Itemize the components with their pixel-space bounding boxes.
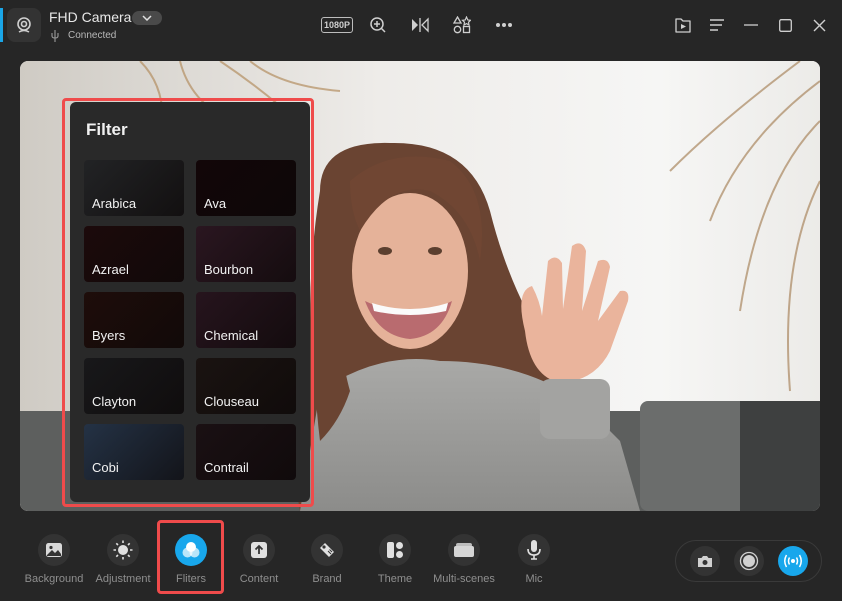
tool-background[interactable]: Background [19,534,89,585]
layout-icon [387,542,403,558]
zoom-in-button[interactable] [368,14,388,36]
mirror-button[interactable] [409,14,431,36]
chevron-down-icon [142,15,152,21]
shapes-icon [453,16,471,34]
filter-label: Chemical [204,328,259,343]
brightness-icon [113,540,133,560]
filter-label: Clouseau [204,394,259,409]
title-bar: FHD Camera Connected 1080P [0,0,842,52]
connection-status: Connected [68,30,117,41]
filter-label: Cobi [92,460,119,475]
filter-label: Contrail [204,460,249,475]
filter-panel-title: Filter [86,120,128,139]
close-button[interactable] [809,14,829,36]
filter-card-arabica[interactable]: Arabica [84,160,184,216]
maximize-button[interactable] [775,14,795,36]
upload-icon [251,542,267,558]
capture-controls [675,540,822,582]
snapshot-button[interactable] [690,546,720,576]
more-icon [496,23,512,27]
camera-snapshot-icon [698,555,712,567]
filter-panel: Filter Arabica Ava Azrael Bourbon Byers … [70,102,310,502]
tool-label: Background [24,573,84,585]
recordings-button[interactable] [673,14,693,36]
usb-icon [51,30,59,42]
tool-label: Multi-scenes [433,573,495,585]
close-icon [813,19,825,31]
filter-card-bourbon[interactable]: Bourbon [196,226,296,282]
filter-label: Clayton [92,394,137,409]
tool-brand[interactable]: Brand [292,534,362,585]
filter-card-chemical[interactable]: Chemical [196,292,296,348]
zoom-in-icon [370,17,386,33]
resolution-button[interactable]: 1080P [321,14,354,36]
tool-label: Adjustment [95,573,151,585]
scenes-icon [454,543,474,557]
mirror-icon [412,17,429,33]
live-button[interactable] [778,546,808,576]
filter-card-clouseau[interactable]: Clouseau [196,358,296,414]
maximize-icon [778,18,792,32]
minimize-icon [744,24,758,26]
filter-label: Byers [92,328,126,343]
resolution-badge: 1080P [321,17,354,33]
tool-label: Content [239,573,279,585]
image-icon [46,543,62,557]
filter-card-byers[interactable]: Byers [84,292,184,348]
filter-label: Bourbon [204,262,254,277]
tool-content[interactable]: Content [224,534,294,585]
tag-icon [320,543,334,557]
filter-card-contrail[interactable]: Contrail [196,424,296,480]
filter-grid: Arabica Ava Azrael Bourbon Byers Chemica… [84,160,296,480]
tool-multi-scenes[interactable]: Multi-scenes [429,534,499,585]
more-button[interactable] [494,14,514,36]
record-button[interactable] [734,546,764,576]
filter-card-clayton[interactable]: Clayton [84,358,184,414]
menu-icon [710,19,724,31]
filters-icon [182,542,200,558]
filter-card-cobi[interactable]: Cobi [84,424,184,480]
broadcast-icon [784,554,802,568]
tool-label: Fliters [176,573,206,585]
filter-card-azrael[interactable]: Azrael [84,226,184,282]
tool-label: Theme [377,573,413,585]
effects-button[interactable] [452,14,472,36]
filter-label: Azrael [92,262,129,277]
tool-theme[interactable]: Theme [360,534,430,585]
record-icon [739,551,759,571]
camera-name: FHD Camera [49,9,132,25]
filter-card-ava[interactable]: Ava [196,160,296,216]
tool-adjustment[interactable]: Adjustment [88,534,158,585]
camera-select-dropdown[interactable] [132,11,162,25]
mic-icon [527,540,541,560]
tool-mic[interactable]: Mic [499,534,569,585]
tool-filters[interactable]: Fliters [156,534,226,585]
minimize-button[interactable] [741,14,761,36]
camera-icon[interactable] [7,8,41,42]
tool-label: Brand [312,573,342,585]
filter-label: Arabica [92,196,137,211]
tool-label: Mic [525,573,543,585]
filter-label: Ava [204,196,227,211]
recordings-folder-icon [675,18,691,33]
active-camera-indicator [0,8,3,42]
menu-button[interactable] [707,14,727,36]
